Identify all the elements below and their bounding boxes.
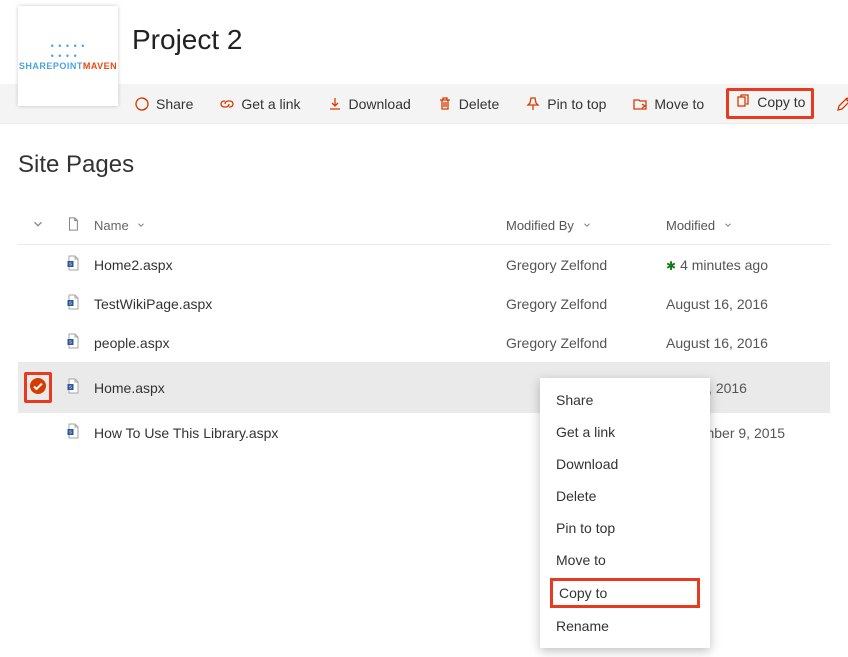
aspx-file-icon: s xyxy=(65,378,81,394)
row-selector[interactable] xyxy=(18,323,58,362)
file-name-cell[interactable]: TestWikiPage.aspx xyxy=(88,284,500,323)
context-menu-item[interactable]: Move to xyxy=(540,544,710,576)
table-row[interactable]: s TestWikiPage.aspxGregory Zelfond August … xyxy=(18,284,830,323)
name-header-label: Name xyxy=(94,218,129,233)
new-indicator-icon: ✱ xyxy=(666,259,676,273)
modified-by-header[interactable]: Modified By xyxy=(500,207,660,245)
file-name-cell[interactable]: people.aspx xyxy=(88,323,500,362)
file-type-cell: s xyxy=(58,245,88,285)
modified-by-header-label: Modified By xyxy=(506,218,574,233)
file-type-cell: s xyxy=(58,284,88,323)
context-menu-item[interactable]: Get a link xyxy=(540,416,710,448)
aspx-file-icon: s xyxy=(65,294,81,310)
row-selector[interactable] xyxy=(18,245,58,285)
get-link-button[interactable]: Get a link xyxy=(215,92,304,116)
aspx-file-icon: s xyxy=(65,255,81,271)
modified-by-cell[interactable]: Gregory Zelfond xyxy=(500,323,660,362)
pin-label: Pin to top xyxy=(547,96,606,112)
logo-decoration: • • • • •• • • • xyxy=(51,41,86,61)
row-selector[interactable] xyxy=(18,284,58,323)
aspx-file-icon: s xyxy=(65,423,81,439)
name-header[interactable]: Name xyxy=(88,207,500,245)
share-button[interactable]: Share xyxy=(130,92,197,116)
copy-to-highlight: Copy to xyxy=(726,88,814,119)
share-icon xyxy=(134,96,150,112)
chevron-down-icon xyxy=(31,217,45,231)
checkmark-selected-icon xyxy=(29,377,47,398)
file-name-cell[interactable]: How To Use This Library.aspx xyxy=(88,413,500,452)
context-menu-item[interactable]: Delete xyxy=(540,480,710,512)
modified-header-label: Modified xyxy=(666,218,715,233)
chevron-down-icon xyxy=(582,218,592,233)
share-label: Share xyxy=(156,96,193,112)
trash-icon xyxy=(437,96,453,112)
header-row: Name Modified By Modified xyxy=(18,207,830,245)
site-title[interactable]: Project 2 xyxy=(132,24,243,56)
context-menu-item[interactable]: Download xyxy=(540,448,710,480)
modified-cell: August 16, 2016 xyxy=(660,323,830,362)
file-type-cell: s xyxy=(58,362,88,413)
context-menu-item-highlight[interactable]: Copy to xyxy=(550,578,700,608)
library-title: Site Pages xyxy=(18,151,830,179)
context-menu-item[interactable]: Share xyxy=(540,384,710,416)
logo-text: SHAREPOINTMAVEN xyxy=(19,61,117,71)
table-row[interactable]: s people.aspxGregory Zelfond August 16, 20… xyxy=(18,323,830,362)
modified-by-cell[interactable]: Gregory Zelfond xyxy=(500,245,660,285)
modified-by-cell[interactable]: Gregory Zelfond xyxy=(500,284,660,323)
get-link-label: Get a link xyxy=(241,96,300,112)
context-menu-item[interactable]: Rename xyxy=(540,610,710,642)
move-button[interactable]: Move to xyxy=(628,92,708,116)
file-icon xyxy=(66,217,80,231)
modified-text: August 16, 2016 xyxy=(666,335,768,351)
select-all-header[interactable] xyxy=(18,207,58,245)
modified-text: 4 minutes ago xyxy=(680,257,768,273)
file-type-cell: s xyxy=(58,413,88,452)
context-menu: ShareGet a linkDownloadDeletePin to topM… xyxy=(540,378,710,648)
pin-button[interactable]: Pin to top xyxy=(521,92,610,116)
download-button[interactable]: Download xyxy=(323,92,415,116)
row-selector[interactable] xyxy=(18,413,58,452)
selection-highlight xyxy=(24,372,52,403)
file-name-cell[interactable]: Home.aspx xyxy=(88,362,500,413)
delete-label: Delete xyxy=(459,96,499,112)
modified-cell: ✱ 4 minutes ago xyxy=(660,245,830,285)
download-icon xyxy=(327,96,343,112)
rename-button-partial[interactable]: R xyxy=(832,92,848,116)
site-logo[interactable]: • • • • •• • • • SHAREPOINTMAVEN xyxy=(18,6,118,106)
command-bar: Share Get a link Download Delete Pin to … xyxy=(0,84,848,124)
table-row[interactable]: s Home2.aspxGregory Zelfond ✱ 4 minutes ago xyxy=(18,245,830,285)
file-type-cell: s xyxy=(58,323,88,362)
delete-button[interactable]: Delete xyxy=(433,92,503,116)
copy-label: Copy to xyxy=(757,94,805,110)
pencil-icon xyxy=(836,96,848,112)
pin-icon xyxy=(525,96,541,112)
row-selector[interactable] xyxy=(18,362,58,413)
page-content: Site Pages Name Modified By M xyxy=(0,107,848,452)
move-icon xyxy=(632,96,648,112)
context-menu-item[interactable]: Pin to top xyxy=(540,512,710,544)
modified-text: August 16, 2016 xyxy=(666,296,768,312)
aspx-file-icon: s xyxy=(65,333,81,349)
copy-button[interactable]: Copy to xyxy=(735,94,805,110)
chevron-down-icon xyxy=(136,218,146,233)
modified-header[interactable]: Modified xyxy=(660,207,830,245)
move-label: Move to xyxy=(654,96,704,112)
link-icon xyxy=(219,96,235,112)
type-header[interactable] xyxy=(58,207,88,245)
file-name-cell[interactable]: Home2.aspx xyxy=(88,245,500,285)
modified-cell: August 16, 2016 xyxy=(660,284,830,323)
chevron-down-icon xyxy=(723,218,733,233)
download-label: Download xyxy=(349,96,411,112)
copy-icon xyxy=(735,94,751,110)
